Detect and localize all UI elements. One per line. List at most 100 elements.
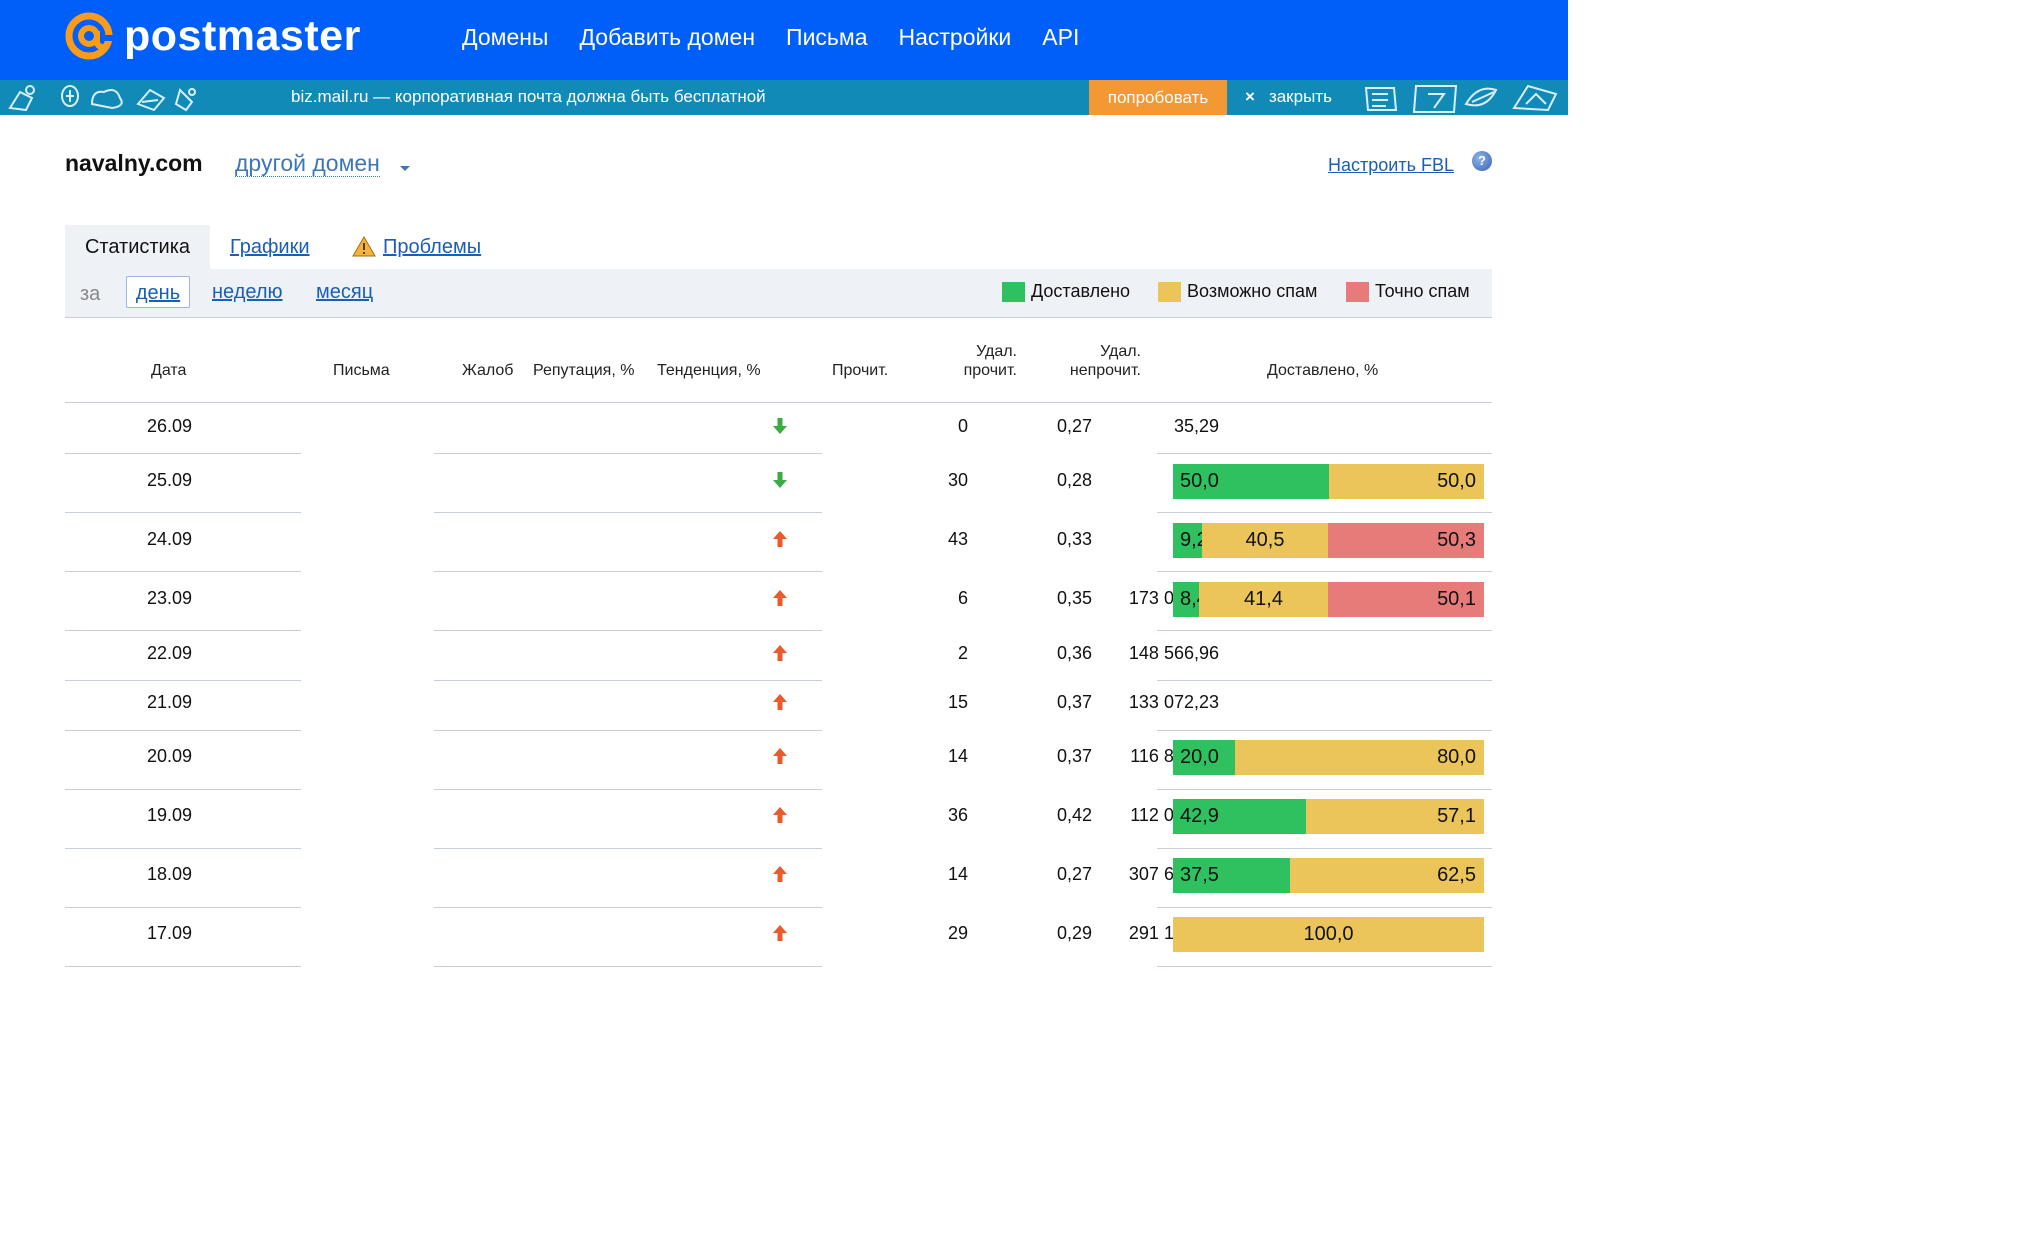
row-date: 24.09 <box>147 529 193 549</box>
row-divider <box>65 680 301 681</box>
row-date: 23.09 <box>147 588 193 608</box>
delivered-bar: 37,5 62,5 <box>1173 858 1484 893</box>
row-complaints: 6 <box>957 588 968 608</box>
row-reputation: 0,35 <box>1056 588 1092 608</box>
row-divider <box>434 730 822 731</box>
period-month-button[interactable]: месяц <box>316 276 373 308</box>
spam-segment: 50,1 <box>1328 582 1484 617</box>
header-line: прочит. <box>963 362 1017 379</box>
configure-fbl-link[interactable]: Настроить FBL <box>1328 155 1454 176</box>
close-icon: × <box>1245 87 1255 106</box>
row-complaints: 15 <box>947 692 968 712</box>
other-domain-dropdown[interactable]: другой домен <box>235 150 380 177</box>
row-divider <box>434 789 822 790</box>
help-icon[interactable]: ? <box>1472 151 1492 171</box>
row-divider <box>1157 789 1492 790</box>
chevron-down-icon[interactable] <box>400 166 410 171</box>
try-button[interactable]: попробовать <box>1089 80 1227 115</box>
period-week-button[interactable]: неделю <box>212 276 283 308</box>
row-reputation: 0,33 <box>1056 529 1092 549</box>
row-reputation: 0,28 <box>1056 470 1092 490</box>
top-navigation-bar: postmaster Домены Добавить домен Письма … <box>0 0 1568 80</box>
row-divider <box>65 630 301 631</box>
column-header-deleted-unread: Удал. непрочит. <box>1040 342 1141 380</box>
nav-domains[interactable]: Домены <box>462 22 548 52</box>
maybe-spam-segment: 100,0 <box>1173 917 1484 952</box>
row-date: 22.09 <box>147 643 193 663</box>
row-divider <box>1157 571 1492 572</box>
legend-swatch-green <box>1002 281 1025 302</box>
row-date: 26.09 <box>147 416 193 436</box>
postmaster-logo[interactable]: postmaster <box>64 10 361 62</box>
row-trend: 35,29 <box>1173 416 1219 436</box>
row-complaints: 2 <box>957 643 968 663</box>
row-reputation: 0,37 <box>1056 746 1092 766</box>
legend-swatch-yellow <box>1158 281 1181 302</box>
row-divider <box>434 512 822 513</box>
nav-letters[interactable]: Письма <box>786 22 867 52</box>
delivered-segment: 8,4 <box>1173 582 1199 617</box>
trend-up-arrow-icon <box>773 590 787 606</box>
row-reputation: 0,37 <box>1056 692 1092 712</box>
row-reputation: 0,27 <box>1056 416 1092 436</box>
delivered-segment: 42,9 <box>1173 799 1306 834</box>
maybe-spam-segment: 62,5 <box>1290 858 1484 893</box>
tab-statistics[interactable]: Статистика <box>65 225 210 269</box>
row-trend: 133 072,23 <box>1128 692 1219 712</box>
row-reputation: 0,29 <box>1056 923 1092 943</box>
at-sign-logo-icon <box>65 12 114 60</box>
tab-problems[interactable]: Проблемы <box>383 236 481 259</box>
trend-down-arrow-icon <box>773 472 787 488</box>
row-divider <box>65 512 301 513</box>
nav-add-domain[interactable]: Добавить домен <box>579 22 755 52</box>
row-divider <box>434 453 822 454</box>
trend-down-arrow-icon <box>773 418 787 434</box>
promo-text: biz.mail.ru — корпоративная почта должна… <box>291 87 766 106</box>
column-header-date: Дата <box>151 362 187 379</box>
row-divider <box>1157 966 1492 967</box>
trend-up-arrow-icon <box>773 807 787 823</box>
delivered-bar: 8,441,450,1 <box>1173 582 1484 617</box>
row-complaints: 30 <box>947 470 968 490</box>
row-date: 20.09 <box>147 746 193 766</box>
nav-api[interactable]: API <box>1042 22 1079 52</box>
row-divider <box>434 630 822 631</box>
spam-segment: 50,3 <box>1328 523 1484 558</box>
legend-delivered: Доставлено <box>1002 281 1130 302</box>
row-divider <box>65 730 301 731</box>
period-label: за <box>80 283 101 305</box>
row-divider <box>1157 453 1492 454</box>
trend-up-arrow-icon <box>773 531 787 547</box>
period-toolbar: за день неделю месяц Доставлено Возможно… <box>65 269 1492 318</box>
delivered-bar: 9,240,550,3 <box>1173 523 1484 558</box>
logo-text: postmaster <box>124 12 361 60</box>
row-date: 25.09 <box>147 470 193 490</box>
legend-label: Доставлено <box>1031 281 1131 301</box>
maybe-spam-segment: 57,1 <box>1306 799 1484 834</box>
maybe-spam-segment: 80,0 <box>1235 740 1484 775</box>
row-divider <box>65 789 301 790</box>
row-date: 17.09 <box>147 923 193 943</box>
column-header-delivered: Доставлено, % <box>1267 362 1379 379</box>
close-promo-button[interactable]: × закрыть <box>1245 87 1332 107</box>
row-divider <box>434 571 822 572</box>
row-divider <box>434 848 822 849</box>
row-divider <box>434 680 822 681</box>
row-divider <box>1157 730 1492 731</box>
header-line: непрочит. <box>1069 362 1141 379</box>
tab-charts[interactable]: Графики <box>230 236 310 259</box>
legend-swatch-red <box>1346 281 1369 302</box>
row-complaints: 14 <box>947 864 968 884</box>
nav-settings[interactable]: Настройки <box>899 22 1012 52</box>
doodle-decoration-right-icon <box>1364 84 1558 113</box>
header-divider <box>65 402 1492 403</box>
column-header-trend: Тенденция, % <box>657 362 761 379</box>
column-header-complaints: Жалоб <box>462 362 514 379</box>
row-date: 18.09 <box>147 864 193 884</box>
row-complaints: 36 <box>947 805 968 825</box>
row-divider <box>65 453 301 454</box>
main-nav: Домены Добавить домен Письма Настройки A… <box>462 22 1110 52</box>
period-day-button[interactable]: день <box>126 276 190 308</box>
trend-up-arrow-icon <box>773 748 787 764</box>
promo-banner: biz.mail.ru — корпоративная почта должна… <box>0 80 1568 115</box>
